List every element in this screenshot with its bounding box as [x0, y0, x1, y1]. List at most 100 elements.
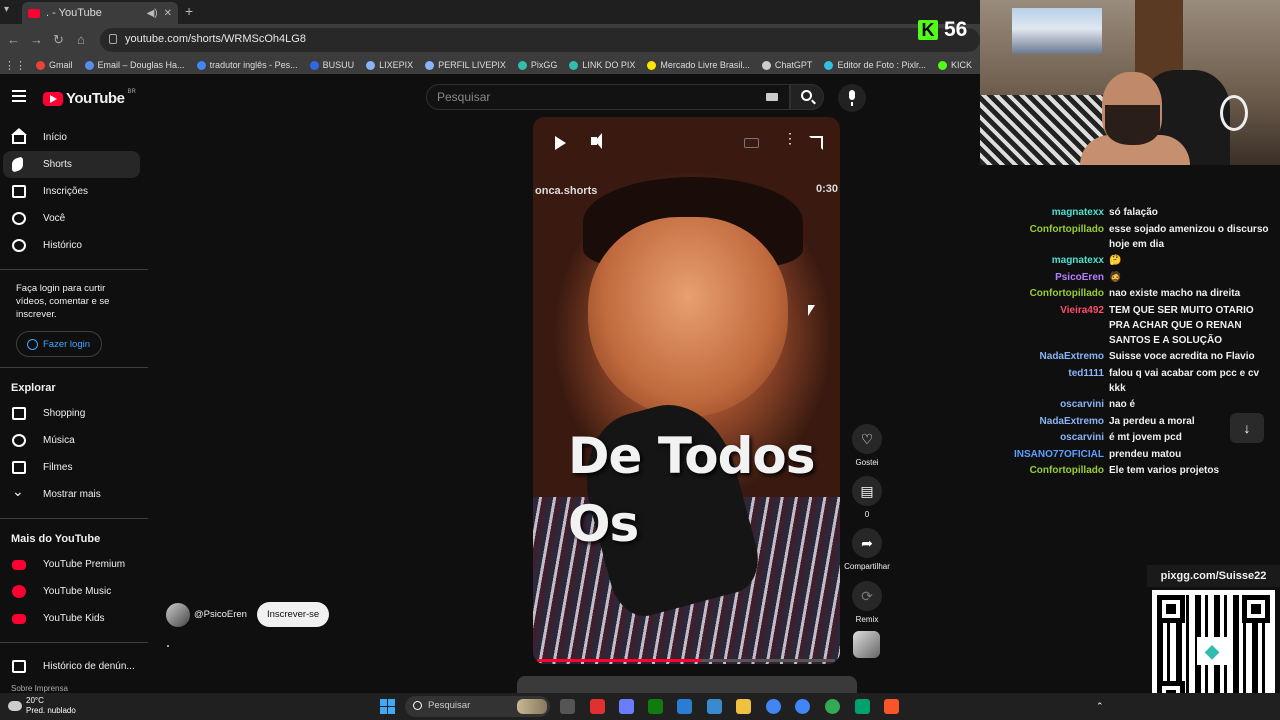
bookmark-item[interactable]: BUSUU [309, 60, 354, 70]
chat-username[interactable]: INSANO77OFICIAL [1005, 447, 1109, 462]
notes-app-icon[interactable] [677, 699, 692, 714]
sidebar-divider [0, 642, 148, 643]
play-icon[interactable] [555, 136, 566, 150]
chat-text: só falação [1109, 207, 1158, 218]
volume-icon[interactable] [591, 133, 602, 149]
weather-widget[interactable]: 20°C Pred. nublado [8, 696, 76, 716]
xbox-icon[interactable] [648, 699, 663, 714]
browser-tab-youtube[interactable]: . - YouTube ◀) ✕ [22, 2, 178, 24]
chrome-profile-icon[interactable] [825, 699, 840, 714]
bookmark-item[interactable]: PixGG [517, 60, 557, 70]
site-info-icon[interactable] [109, 34, 117, 44]
chat-username[interactable]: Confortopillado [1005, 286, 1109, 301]
sidebar-item-voc-[interactable]: Você [0, 205, 148, 232]
sidebar-item-shopping[interactable]: Shopping [0, 400, 148, 427]
new-tab-button[interactable]: + [185, 3, 193, 19]
chat-username[interactable]: oscarvini [1005, 397, 1109, 412]
comments-action[interactable]: ▤ 0 [851, 476, 883, 519]
media-app-icon[interactable] [590, 699, 605, 714]
reload-icon[interactable]: ↻ [53, 32, 64, 48]
taskbar-search[interactable]: Pesquisar [405, 696, 550, 717]
sidebar-item-inscri-es[interactable]: Inscrições [0, 178, 148, 205]
address-bar[interactable]: youtube.com/shorts/WRMScOh4LG8 [100, 28, 980, 52]
sidebar-item-m-sica[interactable]: Música [0, 427, 148, 454]
screen-app-icon[interactable] [707, 699, 722, 714]
system-tray-chevron-icon[interactable]: ⌃ [1096, 701, 1104, 712]
bookmark-item[interactable]: Editor de Foto : Pixlr... [824, 60, 926, 70]
sidebar-item-hist-rico[interactable]: Histórico [0, 232, 148, 259]
shorts-video-player[interactable]: onca.shorts 0:30 De Todos Os ⋮ [533, 117, 840, 664]
voice-search-button[interactable] [838, 84, 866, 112]
bookmark-item[interactable]: KICK [937, 60, 972, 70]
vpn-app-icon[interactable] [619, 699, 634, 714]
search-input[interactable]: Pesquisar [426, 84, 790, 110]
chat-username[interactable]: NadaExtremo [1005, 414, 1109, 429]
tab-audio-icon[interactable]: ◀) [147, 8, 158, 19]
channel-name[interactable]: @PsicoEren [194, 609, 247, 620]
sidebar-item-shorts[interactable]: Shorts [3, 151, 140, 178]
apps-grid-icon[interactable]: ⋮⋮ [4, 59, 26, 72]
subscribe-button[interactable]: Inscrever-se [256, 602, 330, 627]
bookmark-item[interactable]: LINK DO PIX [569, 60, 635, 70]
more-options-icon[interactable]: ⋮ [783, 131, 797, 145]
search-button[interactable] [790, 84, 824, 110]
chat-username[interactable]: ted1111 [1005, 366, 1109, 396]
sidebar-item-youtube-premium[interactable]: YouTube Premium [0, 551, 148, 578]
captions-icon[interactable] [744, 138, 759, 148]
bookmark-favicon-icon [425, 60, 435, 70]
sidebar-item-youtube-kids[interactable]: YouTube Kids [0, 605, 148, 632]
remix-action[interactable]: ⟳ Remix [851, 581, 883, 624]
share-icon[interactable]: ➦ [852, 528, 882, 558]
tab-search-icon[interactable]: ▾ [4, 4, 9, 15]
scroll-down-icon[interactable]: ↓ [1230, 413, 1264, 443]
sidebar-item-in-cio[interactable]: Início [0, 124, 148, 151]
tab-close-icon[interactable]: ✕ [164, 8, 172, 19]
sign-in-button[interactable]: Fazer login [16, 331, 102, 357]
bookmark-item[interactable]: tradutor inglês - Pes... [196, 60, 298, 70]
file-explorer-icon[interactable] [736, 699, 751, 714]
share-action[interactable]: ➦ Compartilhar [844, 528, 890, 571]
chat-username[interactable]: oscarvini [1005, 430, 1109, 445]
like-icon[interactable]: ♡ [852, 424, 882, 454]
remix-icon[interactable]: ⟳ [852, 581, 882, 611]
chat-username[interactable]: NadaExtremo [1005, 349, 1109, 364]
comment-icon[interactable]: ▤ [852, 476, 882, 506]
forward-icon[interactable]: → [30, 32, 43, 47]
home-button-icon[interactable]: ⌂ [77, 32, 85, 47]
sound-thumbnail[interactable] [853, 631, 880, 658]
video-progress-bar[interactable] [537, 659, 835, 662]
youtube-logo[interactable]: YouTube BR [43, 89, 136, 107]
channel-avatar[interactable] [166, 602, 190, 627]
keyboard-icon[interactable] [766, 93, 778, 101]
bookmark-item[interactable]: LIXEPIX [366, 60, 413, 70]
sidebar-item-mostrar-mais[interactable]: ⌄ Mostrar mais [0, 481, 148, 508]
chat-username[interactable]: Confortopillado [1005, 222, 1109, 252]
sidebar-item-report-history[interactable]: Histórico de denún... [0, 653, 148, 680]
bookmark-item[interactable]: Mercado Livre Brasil... [647, 60, 750, 70]
sidebar-item-youtube-music[interactable]: YouTube Music [0, 578, 148, 605]
guide-menu-icon[interactable] [12, 90, 26, 104]
bookmark-label: Gmail [49, 60, 73, 70]
brave-icon[interactable] [884, 699, 899, 714]
task-view-icon[interactable] [560, 699, 575, 714]
sidebar-footer-links[interactable]: Sobre Imprensa [11, 684, 68, 693]
sidebar-item-filmes[interactable]: Filmes [0, 454, 148, 481]
bookmark-label: tradutor inglês - Pes... [209, 60, 298, 70]
bookmark-item[interactable]: Email – Douglas Ha... [84, 60, 185, 70]
chat-username[interactable]: Vieira492 [1005, 303, 1109, 348]
bookmark-item[interactable]: Gmail [36, 60, 73, 70]
back-icon[interactable]: ← [7, 32, 20, 47]
like-action[interactable]: ♡ Gostei [851, 424, 883, 467]
chat-username[interactable]: PsicoEren [1005, 270, 1109, 285]
windows-start-icon[interactable] [380, 699, 395, 714]
chat-username[interactable]: Confortopillado [1005, 463, 1109, 478]
chrome-icon[interactable] [766, 699, 781, 714]
youtube-music-icon [12, 585, 26, 598]
fullscreen-icon[interactable] [809, 136, 823, 150]
streaming-app-icon[interactable] [855, 699, 870, 714]
chat-username[interactable]: magnatexx [1005, 253, 1109, 268]
chat-username[interactable]: magnatexx [1005, 205, 1109, 220]
bookmark-item[interactable]: PERFIL LIVEPIX [425, 60, 506, 70]
chrome-active-icon[interactable] [795, 699, 810, 714]
bookmark-item[interactable]: ChatGPT [761, 60, 812, 70]
